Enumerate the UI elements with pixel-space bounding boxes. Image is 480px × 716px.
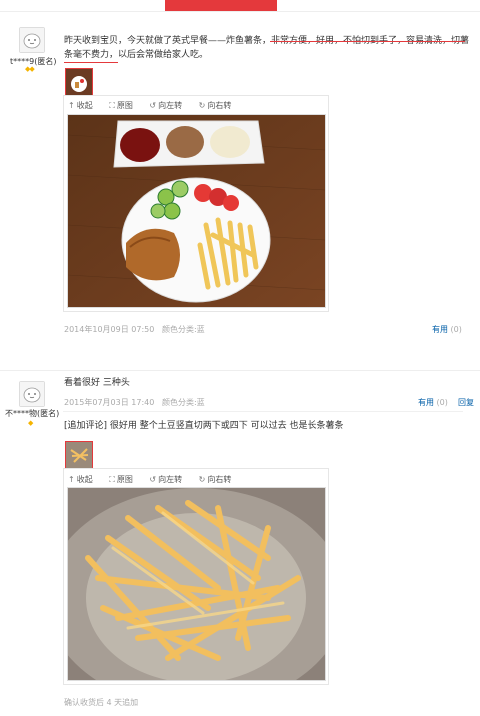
review-thumbnail[interactable] <box>65 441 93 469</box>
original-image-button[interactable]: ⛶ 原图 <box>109 475 140 484</box>
color-label: 颜色分类: <box>161 398 197 407</box>
color-label: 颜色分类: <box>161 325 197 334</box>
collapse-button[interactable]: ↑ 收起 <box>68 101 100 110</box>
underline-mark <box>64 62 118 63</box>
useful-count: (0) <box>436 398 448 407</box>
expand-icon: ⛶ <box>109 475 115 484</box>
username: 不****物(匿名) <box>5 409 60 418</box>
review-meta: 2014年10月09日 07:50 颜色分类:蓝 <box>64 324 205 335</box>
arrow-up-icon: ↑ <box>68 101 75 110</box>
review-photo[interactable] <box>46 487 346 708</box>
review-thumbnail[interactable] <box>65 68 93 96</box>
rotate-left-icon: ↺ <box>149 101 157 110</box>
review-text: 看着很好 三种头 <box>64 378 130 388</box>
top-tab-indicator <box>165 0 277 11</box>
review-date: 2014年10月09日 07:50 <box>64 325 155 334</box>
color-value: 蓝 <box>196 398 205 407</box>
image-toolbar: ↑ 收起 ⛶ 原图 ↺ 向左转 ↻ 向右转 <box>68 474 245 485</box>
useful-button[interactable]: 有用 (0) <box>418 397 448 408</box>
review-photo[interactable] <box>67 114 326 308</box>
useful-count: (0) <box>450 325 462 334</box>
arrow-up-icon: ↑ <box>68 475 75 484</box>
member-level-icon: ◆◆ <box>25 65 35 73</box>
collapse-button[interactable]: ↑ 收起 <box>68 475 100 484</box>
useful-button[interactable]: 有用 (0) <box>432 324 462 335</box>
rotate-left-button[interactable]: ↺ 向左转 <box>149 101 189 110</box>
member-level-icon: ◆ <box>28 419 33 427</box>
reply-button[interactable]: 回复 <box>458 397 474 408</box>
divider <box>0 370 480 371</box>
divider <box>63 411 463 412</box>
original-image-button[interactable]: ⛶ 原图 <box>109 101 140 110</box>
rotate-right-button[interactable]: ↻ 向右转 <box>199 475 239 484</box>
divider <box>0 11 480 12</box>
expand-icon: ⛶ <box>109 101 115 110</box>
followup-meta: 确认收货后 4 天追加 <box>64 698 139 707</box>
image-toolbar: ↑ 收起 ⛶ 原图 ↺ 向左转 ↻ 向右转 <box>68 100 245 111</box>
rotate-right-icon: ↻ <box>198 475 206 484</box>
rotate-right-icon: ↻ <box>198 101 206 110</box>
avatar[interactable] <box>19 27 45 53</box>
underline-mark <box>270 41 465 42</box>
avatar-face-icon <box>20 382 44 406</box>
color-value: 蓝 <box>196 325 205 334</box>
avatar[interactable] <box>19 381 45 407</box>
avatar-face-icon <box>20 28 44 52</box>
review-meta: 2015年07月03日 17:40 颜色分类:蓝 <box>64 397 205 408</box>
rotate-left-icon: ↺ <box>149 475 157 484</box>
review-text: 昨天收到宝贝，今天就做了英式早餐——炸鱼薯条，非常方便，好用，不怕切到手了，容易… <box>64 36 470 60</box>
rotate-right-button[interactable]: ↻ 向右转 <box>199 101 239 110</box>
review-date: 2015年07月03日 17:40 <box>64 398 155 407</box>
followup-text: [追加评论] 很好用 整个土豆竖直切两下或四下 可以过去 也是长条薯条 <box>64 421 344 431</box>
rotate-left-button[interactable]: ↺ 向左转 <box>149 475 189 484</box>
